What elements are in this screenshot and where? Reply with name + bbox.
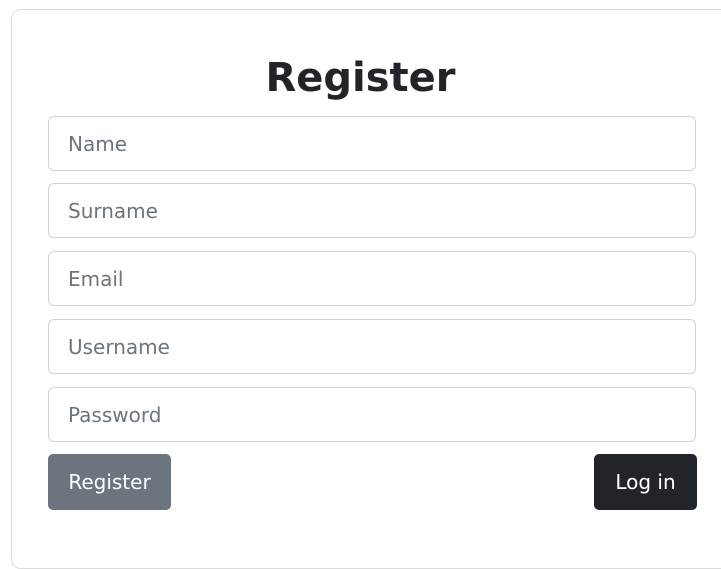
login-button[interactable]: Log in [594,454,697,510]
page-title: Register [265,55,456,101]
surname-input[interactable] [48,183,696,238]
register-button[interactable]: Register [48,454,171,510]
name-input[interactable] [48,116,696,171]
username-input[interactable] [48,319,696,374]
password-input[interactable] [48,387,696,442]
email-input[interactable] [48,251,696,306]
